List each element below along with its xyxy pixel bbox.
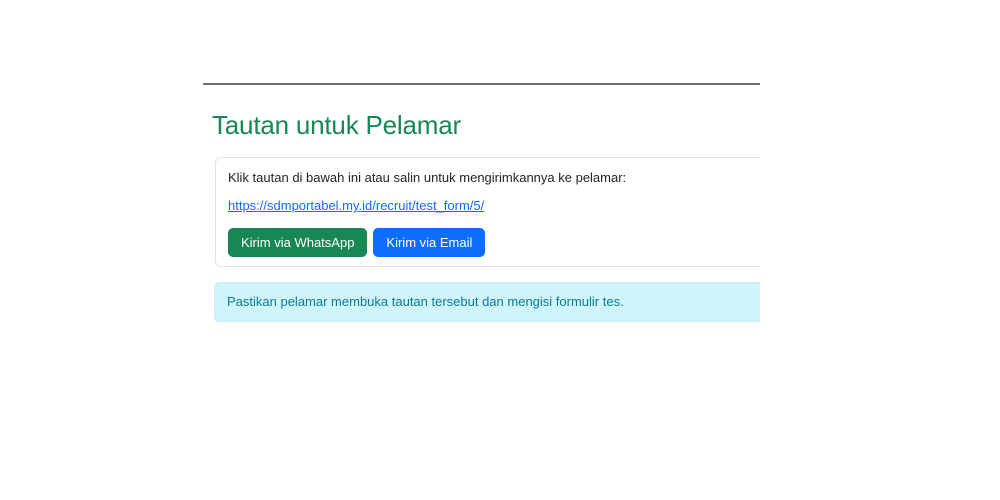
page-canvas: Tautan untuk Pelamar Klik tautan di bawa… xyxy=(0,0,1000,500)
send-email-button[interactable]: Kirim via Email xyxy=(373,228,485,257)
page-title: Tautan untuk Pelamar xyxy=(212,110,461,141)
button-row: Kirim via WhatsApp Kirim via Email xyxy=(228,228,760,257)
applicant-form-link[interactable]: https://sdmportabel.my.id/recruit/test_f… xyxy=(228,198,484,213)
info-alert: Pastikan pelamar membuka tautan tersebut… xyxy=(214,282,760,322)
info-alert-text: Pastikan pelamar membuka tautan tersebut… xyxy=(227,294,624,309)
send-whatsapp-button[interactable]: Kirim via WhatsApp xyxy=(228,228,367,257)
link-row: https://sdmportabel.my.id/recruit/test_f… xyxy=(228,196,760,216)
instruction-text: Klik tautan di bawah ini atau salin untu… xyxy=(228,168,760,188)
top-divider xyxy=(203,83,760,85)
content-clip-region: Tautan untuk Pelamar Klik tautan di bawa… xyxy=(0,0,760,500)
applicant-link-card: Klik tautan di bawah ini atau salin untu… xyxy=(215,157,760,267)
